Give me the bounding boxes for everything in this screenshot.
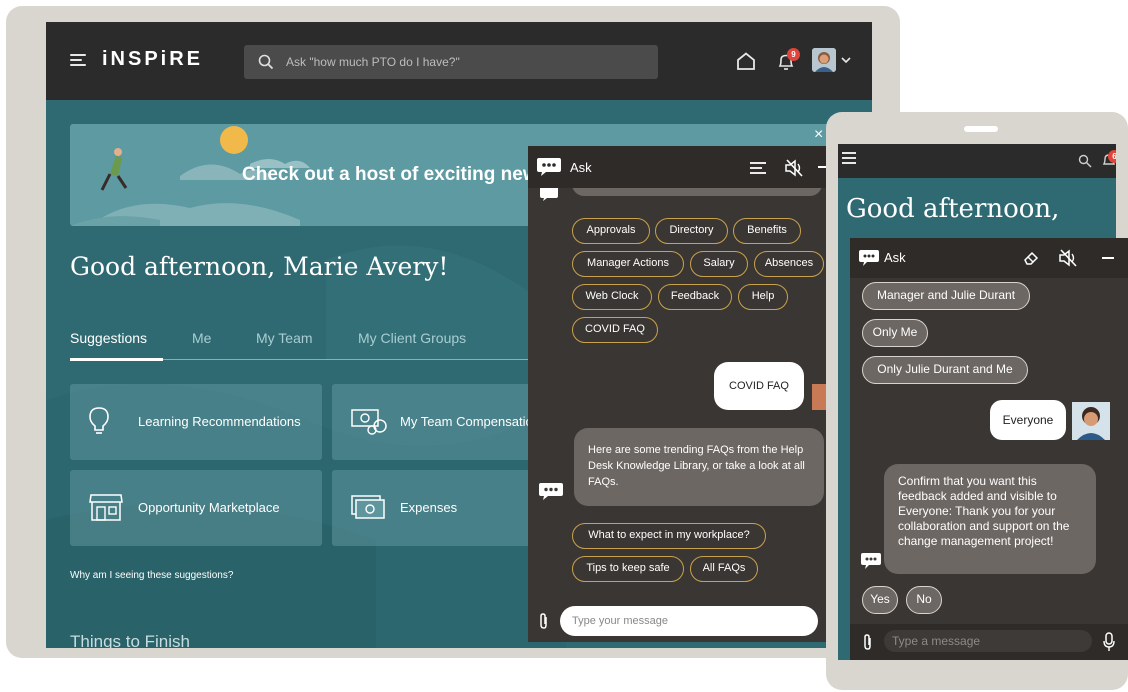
chat-message-input[interactable] [884,630,1092,652]
chat-bubble-icon [859,250,879,266]
tab-me[interactable]: Me [192,330,211,346]
option-only-me[interactable]: Only Me [862,319,928,347]
greeting-heading: Good afternoon, Marie Avery! [70,252,449,281]
user-avatar-thumb [812,384,826,410]
option-only-julie-and-me[interactable]: Only Julie Durant and Me [862,356,1028,384]
minimize-icon[interactable] [1102,257,1114,259]
user-message-bubble: COVID FAQ [714,362,804,410]
things-to-finish-heading: Things to Finish [70,632,190,648]
notification-badge: 9 [787,48,800,61]
tab-my-team[interactable]: My Team [256,330,313,346]
option-manager-julie[interactable]: Manager and Julie Durant [862,282,1030,310]
user-avatar-photo [1072,402,1110,440]
top-bar: iNSPiRE 9 [46,22,872,100]
bot-message-bubble: Confirm that you want this feedback adde… [884,464,1096,574]
banner-text: Check out a host of exciting new [242,164,538,185]
avatar-photo [812,48,836,72]
card-label: Learning Recommendations [138,414,301,429]
menu-icon[interactable] [842,152,856,164]
quick-action-directory[interactable]: Directory [655,218,728,244]
chat-header: Ask [528,146,826,188]
search-icon[interactable] [1078,154,1092,168]
tablet-speaker [964,126,998,132]
tablet-greeting: Good afternoon, [846,194,1060,224]
eraser-icon[interactable] [1022,250,1040,266]
faq-option-tips[interactable]: Tips to keep safe [572,556,684,582]
faq-option-all[interactable]: All FAQs [690,556,758,582]
attachment-icon[interactable] [862,633,874,651]
quick-action-help[interactable]: Help [738,284,788,310]
bot-avatar-icon [540,188,558,201]
card-opportunity-marketplace[interactable]: Opportunity Marketplace [70,470,322,546]
card-label: My Team Compensation [400,414,540,429]
quick-action-benefits[interactable]: Benefits [733,218,801,244]
stage: iNSPiRE 9 [0,0,1128,692]
faq-option-workplace[interactable]: What to expect in my workplace? [572,523,766,549]
chat-title: Ask [884,250,906,265]
close-icon[interactable]: × [814,126,823,144]
quick-action-salary[interactable]: Salary [690,251,748,277]
quick-action-covid-faq[interactable]: COVID FAQ [572,317,658,343]
bot-avatar-icon [539,483,563,500]
tab-suggestions[interactable]: Suggestions [70,330,147,346]
quick-action-web-clock[interactable]: Web Clock [572,284,652,310]
chevron-down-icon[interactable] [841,56,851,64]
mute-icon[interactable] [1058,249,1078,267]
notification-badge: 6 [1108,150,1116,163]
notifications-button[interactable]: 9 [776,48,800,74]
tablet-chat-panel: Ask Manager and Julie Durant Only Me Onl… [850,238,1128,660]
list-icon[interactable] [748,160,768,176]
card-label: Expenses [400,500,458,515]
chat-message-input[interactable] [560,606,818,636]
chat-bubble-icon [537,158,561,176]
microphone-icon[interactable] [1102,632,1116,652]
user-avatar[interactable] [812,48,836,72]
laptop-chat-panel: Ask Approvals Directory Benefits Manager… [528,146,826,642]
confirm-yes-button[interactable]: Yes [862,586,898,614]
home-icon[interactable] [736,52,756,70]
card-learning-recommendations[interactable]: Learning Recommendations [70,384,322,460]
quick-action-absences[interactable]: Absences [754,251,824,277]
money-icon [351,409,387,435]
bot-avatar-icon [861,553,881,569]
quick-action-approvals[interactable]: Approvals [572,218,650,244]
chat-title: Ask [570,160,592,175]
search-input[interactable] [286,45,646,79]
chat-header: Ask [850,238,1128,278]
storefront-icon [89,494,123,521]
search-icon [258,54,274,70]
tablet-top-bar: 6 [838,144,1116,178]
card-label: Opportunity Marketplace [138,500,280,515]
quick-action-manager-actions[interactable]: Manager Actions [572,251,684,277]
chat-footer [850,624,1128,660]
why-suggestions-link[interactable]: Why am I seeing these suggestions? [70,570,233,581]
lightbulb-icon [89,407,109,434]
cash-icon [351,495,385,519]
bot-message-bubble: Here are some trending FAQs from the Hel… [574,428,824,506]
user-message-bubble: Everyone [990,400,1066,440]
minimize-icon[interactable] [818,166,826,168]
attachment-icon[interactable] [538,612,550,630]
menu-icon[interactable] [70,54,86,66]
search-bar [244,45,658,79]
mute-icon[interactable] [784,159,804,177]
confirm-no-button[interactable]: No [906,586,942,614]
active-tab-indicator [70,358,163,361]
tab-my-client-groups[interactable]: My Client Groups [358,330,466,346]
app-logo: iNSPiRE [102,48,204,70]
quick-action-feedback[interactable]: Feedback [658,284,732,310]
